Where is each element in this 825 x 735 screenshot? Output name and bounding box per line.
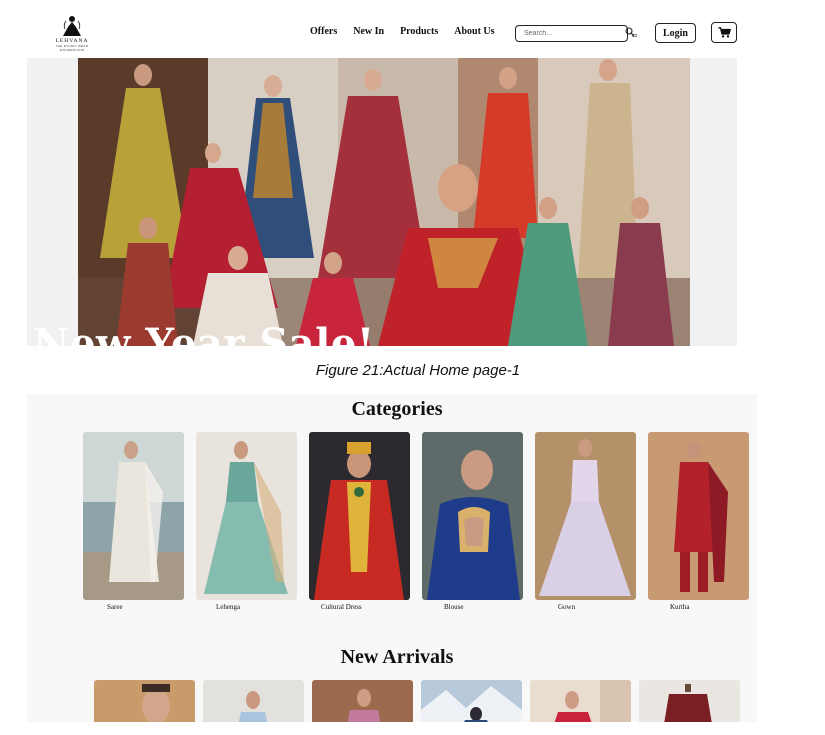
figure-caption: Figure 21:Actual Home page-1 — [315, 362, 521, 379]
nav-about-us[interactable]: About Us — [454, 26, 494, 37]
new-arrival-card[interactable] — [530, 680, 631, 722]
site-header: LEHVANA THE ETHNIC WEAR WONDERLAND Offer… — [27, 10, 737, 58]
new-arrival-card[interactable] — [312, 680, 413, 722]
category-label-blouse: Blouse — [444, 603, 464, 611]
category-image-gown — [535, 432, 636, 600]
category-card-lehenga[interactable] — [196, 432, 297, 600]
login-button[interactable]: Login — [655, 23, 696, 43]
category-image-lehenga — [196, 432, 297, 600]
home-screenshot-bottom: Categories Saree Lehenga Cultural Dress … — [27, 394, 757, 722]
new-arrival-image — [94, 680, 195, 722]
brand-logo[interactable]: LEHVANA THE ETHNIC WEAR WONDERLAND — [47, 15, 97, 55]
hero-sale-text: New Year Sale! — [33, 320, 375, 346]
brand-logo-icon — [63, 16, 81, 36]
search-icon[interactable] — [625, 27, 637, 37]
new-arrival-card[interactable] — [639, 680, 740, 722]
home-screenshot-top: LEHVANA THE ETHNIC WEAR WONDERLAND Offer… — [27, 10, 737, 346]
main-nav: Offers New In Products About Us — [310, 26, 495, 37]
category-image-saree — [83, 432, 184, 600]
category-label-cultural-dress: Cultural Dress — [321, 603, 362, 611]
category-image-cultural-dress — [309, 432, 410, 600]
categories-title: Categories — [351, 398, 443, 420]
category-label-saree: Saree — [107, 603, 123, 611]
nav-offers[interactable]: Offers — [310, 26, 337, 37]
category-card-blouse[interactable] — [422, 432, 523, 600]
new-arrivals-title: New Arrivals — [340, 646, 454, 668]
search-box — [515, 25, 628, 42]
new-arrival-card[interactable] — [203, 680, 304, 722]
category-label-gown: Gown — [558, 603, 576, 611]
category-label-kurtha: Kurtha — [670, 603, 690, 611]
brand-tagline: THE ETHNIC WEAR WONDERLAND — [55, 44, 89, 52]
nav-products[interactable]: Products — [400, 26, 438, 37]
category-card-saree[interactable] — [83, 432, 184, 600]
new-arrival-image — [312, 680, 413, 722]
category-image-blouse — [422, 432, 523, 600]
new-arrival-image — [421, 680, 522, 722]
category-label-lehenga: Lehenga — [216, 603, 241, 611]
hero-banner: New Year Sale! — [27, 58, 737, 346]
new-arrival-card[interactable] — [421, 680, 522, 722]
hero-collage-image — [78, 58, 690, 346]
new-arrival-card[interactable] — [94, 680, 195, 722]
new-arrival-image — [530, 680, 631, 722]
search-input[interactable] — [524, 27, 614, 40]
category-card-gown[interactable] — [535, 432, 636, 600]
category-card-cultural-dress[interactable] — [309, 432, 410, 600]
category-image-kurtha — [648, 432, 749, 600]
nav-new-in[interactable]: New In — [353, 26, 384, 37]
new-arrival-image — [639, 680, 740, 722]
cart-icon — [718, 27, 731, 38]
cart-button[interactable] — [711, 22, 737, 43]
new-arrival-image — [203, 680, 304, 722]
category-card-kurtha[interactable] — [648, 432, 749, 600]
